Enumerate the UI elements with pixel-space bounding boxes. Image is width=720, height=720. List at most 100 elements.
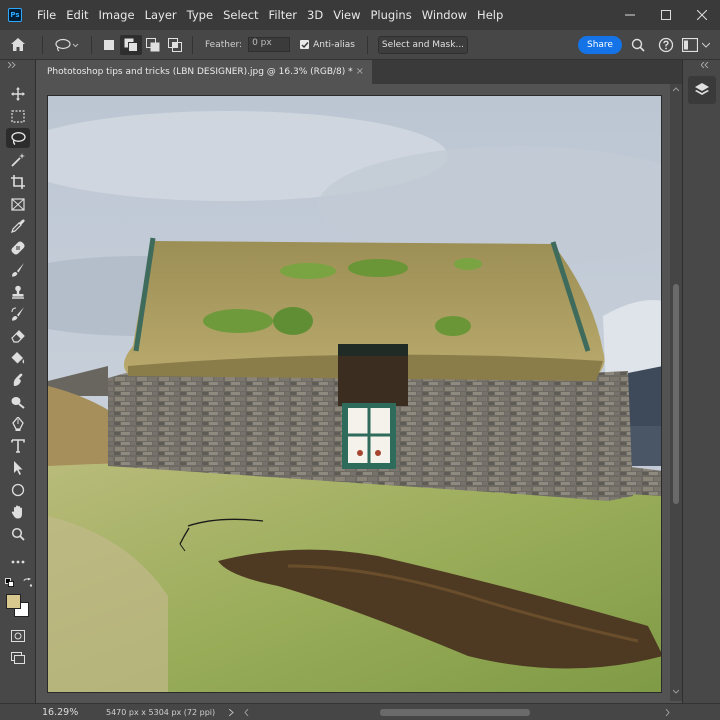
document-tab[interactable]: Phototoshop tips and tricks (LBN DESIGNE…: [37, 60, 372, 84]
document-image[interactable]: [47, 95, 662, 693]
default-colors-icon[interactable]: [5, 578, 14, 587]
search-button[interactable]: [630, 37, 646, 53]
menu-bar: Ps File Edit Image Layer Type Select Fil…: [0, 0, 720, 30]
lasso-tool[interactable]: [6, 128, 30, 148]
menu-select[interactable]: Select: [218, 0, 263, 30]
lasso-icon: [11, 132, 26, 145]
eyedropper-tool[interactable]: [6, 216, 30, 236]
expand-panels-icon[interactable]: [701, 62, 711, 68]
vertical-scrollbar[interactable]: [670, 84, 682, 701]
menu-type[interactable]: Type: [182, 0, 218, 30]
swap-colors-icon[interactable]: [23, 578, 32, 587]
feather-input[interactable]: 0 px: [248, 37, 291, 52]
horizontal-scrollbar[interactable]: [244, 708, 670, 717]
smudge-icon: [13, 373, 23, 386]
menu-help[interactable]: Help: [472, 0, 508, 30]
quick-mask-button[interactable]: [6, 626, 30, 646]
zoom-tool[interactable]: [6, 524, 30, 544]
workspace-button[interactable]: [682, 37, 698, 53]
close-window-button[interactable]: [684, 0, 720, 30]
paint-bucket-icon: [11, 352, 25, 364]
pen-tool[interactable]: [6, 414, 30, 434]
scroll-down-icon[interactable]: [673, 689, 679, 694]
layers-icon: [695, 83, 709, 95]
brush-icon: [12, 263, 24, 277]
menu-edit[interactable]: Edit: [61, 0, 93, 30]
marquee-tool[interactable]: [6, 106, 30, 126]
quick-mask-icon: [11, 630, 25, 642]
crop-tool[interactable]: [6, 172, 30, 192]
path-selection-icon: [14, 461, 23, 475]
layers-panel-button[interactable]: [688, 76, 716, 104]
intersect-selection-button[interactable]: [164, 30, 186, 60]
minimize-icon: [625, 14, 635, 16]
anti-alias-checkbox[interactable]: [300, 40, 310, 49]
help-icon: [658, 37, 674, 53]
checkmark-icon: [301, 41, 309, 48]
subtract-from-selection-button[interactable]: [142, 30, 164, 60]
scroll-right-icon[interactable]: [665, 709, 670, 716]
move-icon: [11, 87, 25, 101]
menu-view[interactable]: View: [328, 0, 365, 30]
frame-icon: [11, 197, 25, 211]
tools-panel: [0, 60, 36, 705]
magic-wand-tool[interactable]: [6, 150, 30, 170]
new-selection-button[interactable]: [98, 30, 120, 60]
status-bar: 16.29% 5470 px x 5304 px (72 ppi): [0, 703, 720, 720]
menu-3d[interactable]: 3D: [302, 0, 328, 30]
separator: [42, 35, 43, 54]
hand-tool[interactable]: [6, 502, 30, 522]
turf-house-photo: [48, 96, 661, 692]
minimize-button[interactable]: [612, 0, 648, 30]
workspace-menu-chevron[interactable]: [698, 37, 714, 53]
brush-tool[interactable]: [6, 260, 30, 280]
menu-layer[interactable]: Layer: [140, 0, 182, 30]
eraser-tool[interactable]: [6, 326, 30, 346]
tool-preset-picker[interactable]: [49, 30, 85, 60]
menu-file[interactable]: File: [32, 0, 61, 30]
move-tool[interactable]: [6, 84, 30, 104]
collapse-panel-icon[interactable]: [8, 62, 18, 68]
status-menu-chevron-icon[interactable]: [229, 709, 234, 716]
edit-toolbar-button[interactable]: [6, 552, 30, 572]
intersect-selection-icon: [168, 37, 182, 52]
help-button[interactable]: [658, 37, 674, 53]
horizontal-scroll-thumb[interactable]: [380, 709, 530, 716]
history-brush-tool[interactable]: [6, 304, 30, 324]
menu-image[interactable]: Image: [94, 0, 140, 30]
dodge-tool[interactable]: [6, 392, 30, 412]
screen-mode-button[interactable]: [6, 648, 30, 668]
menu-plugins[interactable]: Plugins: [366, 0, 417, 30]
document-tab-bar: Phototoshop tips and tricks (LBN DESIGNE…: [37, 60, 682, 84]
zoom-level[interactable]: 16.29%: [42, 707, 82, 718]
vertical-scroll-thumb[interactable]: [673, 284, 679, 504]
scroll-left-icon[interactable]: [244, 709, 249, 716]
share-button[interactable]: Share: [578, 36, 622, 54]
select-and-mask-button[interactable]: Select and Mask...: [377, 35, 468, 54]
maximize-button[interactable]: [648, 0, 684, 30]
paint-bucket-tool[interactable]: [6, 348, 30, 368]
smudge-tool[interactable]: [6, 370, 30, 390]
zoom-icon: [11, 527, 25, 541]
ellipse-tool[interactable]: [6, 480, 30, 500]
stamp-icon: [12, 285, 24, 299]
foreground-color-swatch[interactable]: [6, 594, 21, 609]
separator: [366, 35, 368, 54]
add-to-selection-button[interactable]: [120, 34, 142, 55]
path-selection-tool[interactable]: [6, 458, 30, 478]
menu-window[interactable]: Window: [417, 0, 472, 30]
close-tab-icon[interactable]: ×: [356, 66, 364, 77]
menu-filter[interactable]: Filter: [264, 0, 302, 30]
options-bar: Feather: 0 px Anti-alias Select and Mask…: [0, 30, 720, 60]
clone-stamp-tool[interactable]: [6, 282, 30, 302]
scroll-up-icon[interactable]: [673, 87, 679, 92]
canvas-area[interactable]: [37, 84, 670, 701]
frame-tool[interactable]: [6, 194, 30, 214]
type-tool[interactable]: [6, 436, 30, 456]
home-button[interactable]: [0, 30, 36, 60]
photoshop-window: Ps File Edit Image Layer Type Select Fil…: [0, 0, 720, 720]
search-icon: [631, 38, 645, 52]
document-info: 5470 px x 5304 px (72 ppi): [106, 707, 216, 717]
window-controls: [612, 0, 720, 30]
healing-brush-tool[interactable]: [6, 238, 30, 258]
